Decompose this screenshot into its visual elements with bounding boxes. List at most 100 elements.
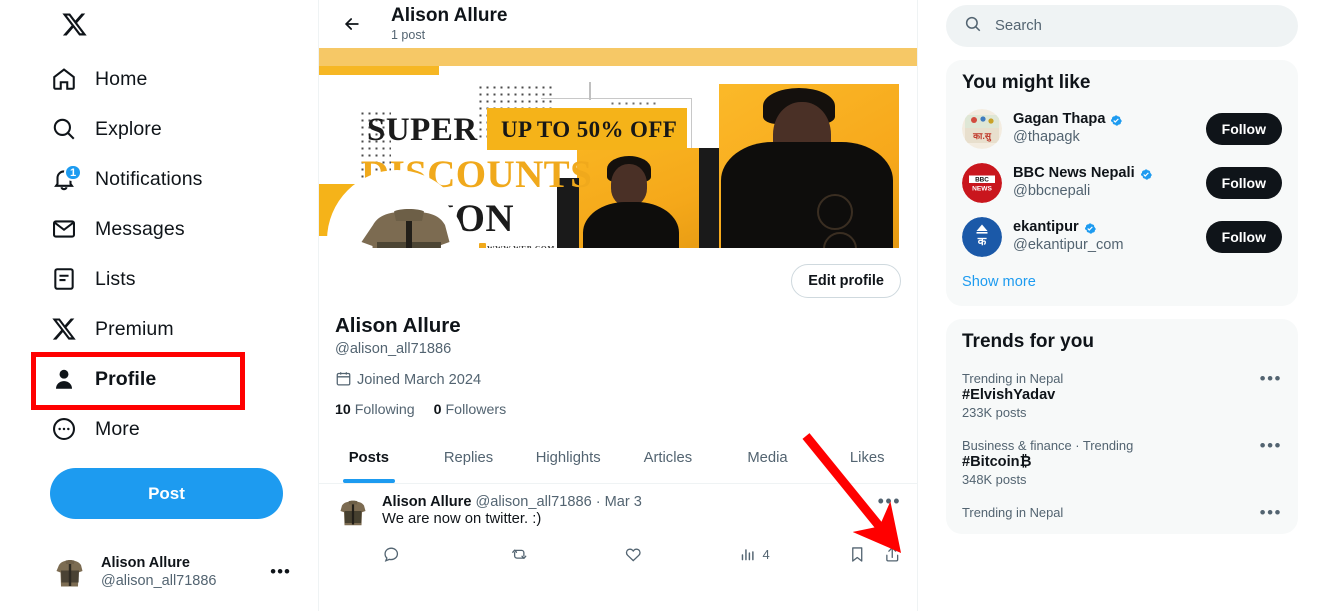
search-input[interactable] <box>995 18 1280 34</box>
list-icon <box>50 265 78 293</box>
profile-display-name: Alison Allure <box>335 314 461 337</box>
suggested-account-row[interactable]: का.सु Gagan Thapa @thapagk Follow <box>962 102 1282 156</box>
banner-photo-right <box>719 84 899 248</box>
tab-replies[interactable]: Replies <box>419 433 519 483</box>
post-author-name: Alison Allure <box>382 493 472 510</box>
trend-category: Business & finance · Trending <box>962 438 1134 453</box>
sidebar-item-notifications[interactable]: 1 Notifications <box>50 154 246 204</box>
follow-button[interactable]: Follow <box>1205 221 1282 253</box>
back-arrow-icon[interactable] <box>335 7 369 41</box>
x-profile-page: Home Explore 1 Notifications Messages Li… <box>0 0 1326 611</box>
follow-button[interactable]: Follow <box>1205 113 1282 145</box>
followers-stat[interactable]: 0 Followers <box>434 402 507 418</box>
verified-badge-icon <box>1084 222 1096 234</box>
repost-button[interactable] <box>510 545 624 564</box>
views-button[interactable]: 4 <box>739 545 848 564</box>
sidebar-item-explore[interactable]: Explore <box>50 104 246 154</box>
profile-details: Edit profile Alison Allure @alison_all71… <box>319 248 917 418</box>
account-name: Alison Allure <box>101 554 190 571</box>
more-circle-icon <box>50 415 78 443</box>
nav-list: Home Explore 1 Notifications Messages Li… <box>50 54 318 454</box>
suggested-account-name: BBC News Nepali <box>1013 165 1135 182</box>
verified-badge-icon <box>1140 168 1152 180</box>
show-more-link[interactable]: Show more <box>962 264 1282 300</box>
x-logo[interactable] <box>50 4 98 44</box>
sidebar-item-messages[interactable]: Messages <box>50 204 246 254</box>
person-icon <box>50 365 78 393</box>
banner-photo-left <box>577 148 699 248</box>
suggested-account-name-row: BBC News Nepali <box>1013 165 1195 183</box>
search-bar[interactable] <box>946 5 1298 47</box>
tab-highlights[interactable]: Highlights <box>518 433 618 483</box>
trend-item[interactable]: Business & finance · Trending #Bitcoin₿ … <box>962 428 1282 495</box>
profile-title: Alison Allure <box>391 5 508 27</box>
search-icon <box>964 15 982 38</box>
sidebar-item-lists[interactable]: Lists <box>50 254 246 304</box>
following-stat[interactable]: 10 Following <box>335 402 415 418</box>
like-button[interactable] <box>624 545 738 564</box>
sidebar-item-label: Notifications <box>95 167 203 190</box>
sidebar-item-label: Messages <box>95 217 185 240</box>
avatar[interactable]: क <box>962 217 1002 257</box>
post-author-avatar[interactable] <box>335 493 371 530</box>
trend-more-icon[interactable]: ••• <box>1260 504 1282 521</box>
page-title: Alison Allure 1 post <box>391 5 507 42</box>
profile-post-count: 1 post <box>391 28 426 43</box>
post-header: Alison Allure @alison_all71886 · Mar 3 <box>382 494 901 510</box>
avatar[interactable]: का.सु <box>962 109 1002 149</box>
follow-button[interactable]: Follow <box>1205 167 1282 199</box>
account-switcher[interactable]: Alison Allure @alison_all71886 ••• <box>50 543 295 601</box>
suggested-account-handle: @bbcnepali <box>1013 183 1091 199</box>
suggested-account-row[interactable]: क ekantipur @ekantipur_com Follow <box>962 210 1282 264</box>
tab-media[interactable]: Media <box>718 433 818 483</box>
suggested-account-meta: ekantipur @ekantipur_com <box>1013 219 1195 255</box>
suggested-account-meta: BBC News Nepali @bbcnepali <box>1013 165 1195 201</box>
sidebar-item-home[interactable]: Home <box>50 54 246 104</box>
tab-posts[interactable]: Posts <box>319 433 419 483</box>
post-actions: 4 <box>382 539 901 571</box>
suggested-account-name-row: Gagan Thapa <box>1013 111 1195 129</box>
trend-category: Trending in Nepal <box>962 371 1064 386</box>
banner-offer-text: UP TO 50% OFF <box>501 117 678 142</box>
trend-more-icon[interactable]: ••• <box>1260 370 1282 387</box>
trend-more-icon[interactable]: ••• <box>1260 437 1282 454</box>
banner-headline-1: SUPER <box>367 112 478 148</box>
account-more-icon[interactable]: ••• <box>270 562 295 582</box>
bookmark-button[interactable] <box>848 545 883 564</box>
tab-articles[interactable]: Articles <box>618 433 718 483</box>
reply-button[interactable] <box>382 545 510 564</box>
left-sidebar: Home Explore 1 Notifications Messages Li… <box>0 0 318 611</box>
verified-badge-icon <box>1111 114 1123 126</box>
suggested-account-handle: @thapagk <box>1013 129 1080 145</box>
post-button[interactable]: Post <box>50 468 283 519</box>
svg-text:का.सु: का.सु <box>972 131 992 142</box>
sidebar-item-label: Home <box>95 67 148 90</box>
calendar-icon <box>335 370 352 391</box>
views-count: 4 <box>762 547 770 563</box>
profile-topbar: Alison Allure 1 post <box>319 0 917 48</box>
profile-tabs: Posts Replies Highlights Articles Media … <box>319 433 917 484</box>
trend-name: #Bitcoin₿ <box>962 454 1032 470</box>
avatar[interactable]: BBC NEWS <box>962 163 1002 203</box>
sidebar-item-label: Explore <box>95 117 162 140</box>
tab-likes[interactable]: Likes <box>817 433 917 483</box>
profile-stats: 10 Following 0 Followers <box>335 402 901 418</box>
right-sidebar: You might like का.सु Gagan Thapa <box>918 0 1326 611</box>
post-item[interactable]: Alison Allure @alison_all71886 · Mar 3 W… <box>319 484 917 571</box>
profile-avatar[interactable] <box>353 190 465 248</box>
you-might-like-title: You might like <box>962 72 1091 93</box>
edit-profile-button[interactable]: Edit profile <box>791 264 901 298</box>
avatar <box>50 552 90 592</box>
share-button[interactable] <box>883 545 902 564</box>
suggested-account-row[interactable]: BBC NEWS BBC News Nepali @bbcnepali Foll… <box>962 156 1282 210</box>
envelope-icon <box>50 215 78 243</box>
sidebar-item-more[interactable]: More <box>50 404 246 454</box>
trend-item[interactable]: Trending in Nepal #ElvishYadav 233K post… <box>962 361 1282 428</box>
sidebar-item-premium[interactable]: Premium <box>50 304 246 354</box>
profile-banner[interactable]: SUPER UP TO 50% OFF DISCOUNTS ION WWW.WE… <box>319 48 917 248</box>
post-more-options-icon[interactable]: ••• <box>878 492 901 510</box>
search-icon <box>50 115 78 143</box>
svg-text:क: क <box>977 236 987 248</box>
trend-item[interactable]: Trending in Nepal ••• <box>962 495 1282 528</box>
sidebar-item-profile[interactable]: Profile <box>50 354 246 404</box>
